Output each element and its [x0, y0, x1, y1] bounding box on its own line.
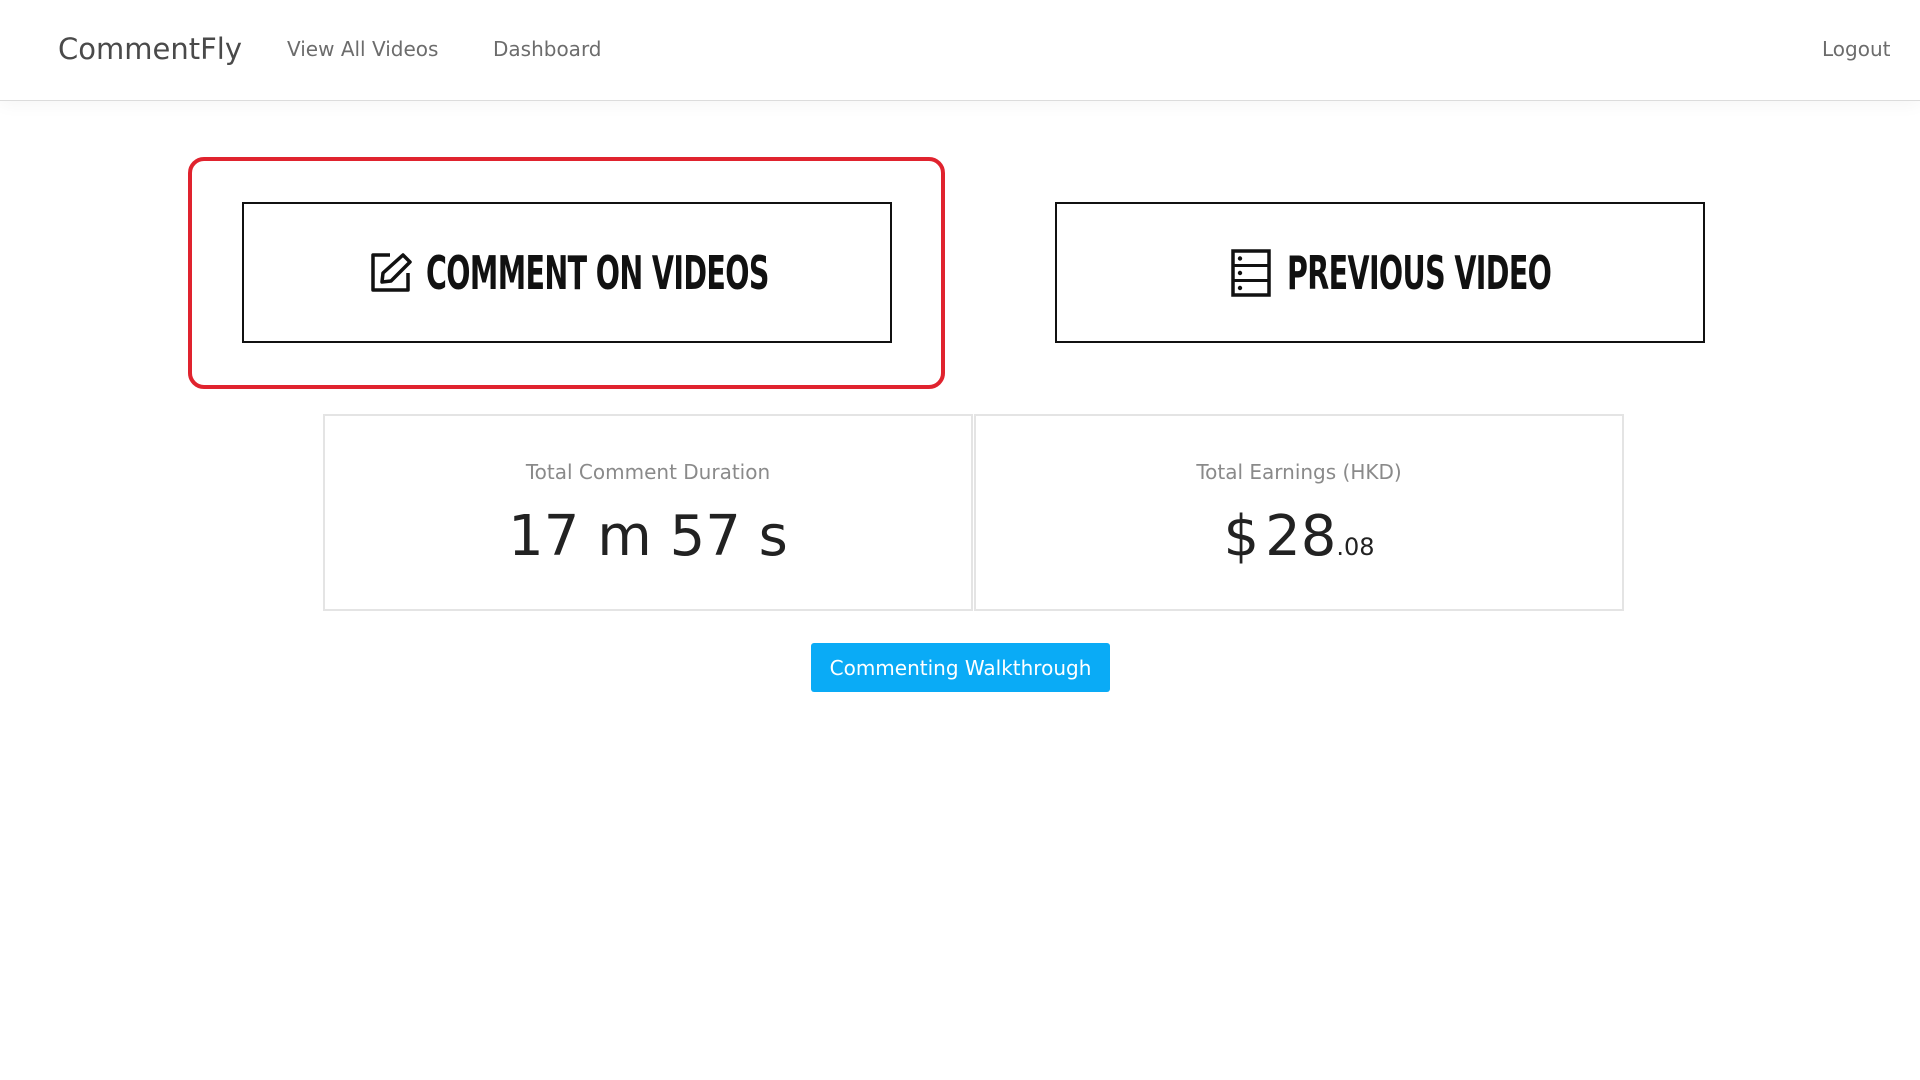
- duration-card: Total Comment Duration 17 m 57 s: [323, 414, 973, 611]
- edit-icon: [368, 249, 412, 297]
- navbar: CommentFly View All Videos Dashboard Log…: [0, 0, 1920, 101]
- list-icon: [1229, 248, 1273, 297]
- earnings-value: $28.08: [976, 504, 1622, 569]
- duration-value: 17 m 57 s: [508, 504, 788, 569]
- brand-logo[interactable]: CommentFly: [58, 32, 242, 66]
- comment-on-videos-label: COMMENT ON VIDEOS: [426, 245, 769, 300]
- commenting-walkthrough-button[interactable]: Commenting Walkthrough: [811, 643, 1110, 692]
- nav-dashboard[interactable]: Dashboard: [493, 37, 602, 61]
- nav-logout[interactable]: Logout: [1822, 37, 1890, 61]
- earnings-cents: .08: [1336, 533, 1375, 561]
- currency-symbol: $: [1223, 504, 1260, 569]
- earnings-card: Total Earnings (HKD) $28.08: [974, 414, 1624, 611]
- comment-on-videos-button[interactable]: COMMENT ON VIDEOS: [242, 202, 892, 343]
- duration-label: Total Comment Duration: [525, 460, 771, 484]
- earnings-label: Total Earnings (HKD): [1196, 460, 1402, 484]
- earnings-whole: 28: [1265, 504, 1337, 569]
- previous-video-label: PREVIOUS VIDEO: [1286, 245, 1552, 300]
- nav-view-all-videos[interactable]: View All Videos: [287, 37, 438, 61]
- previous-video-button[interactable]: PREVIOUS VIDEO: [1055, 202, 1705, 343]
